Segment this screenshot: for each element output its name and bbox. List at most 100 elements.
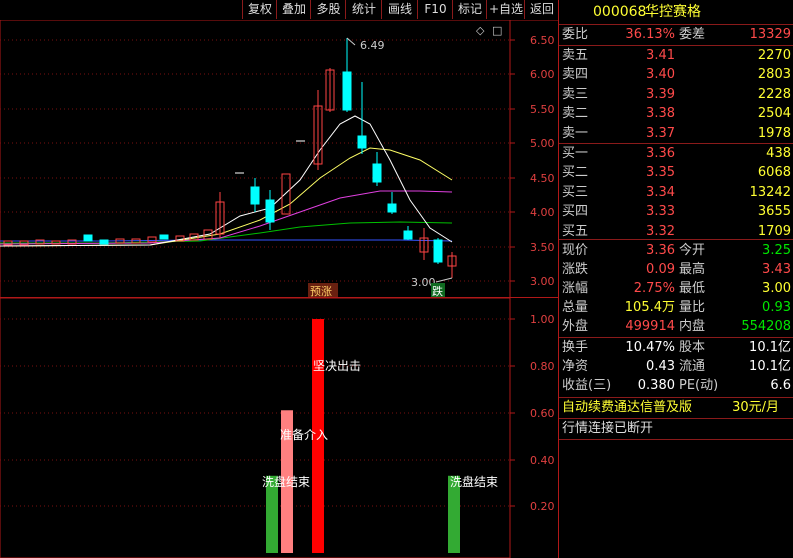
bids-volume: 438: [766, 146, 791, 161]
bid-row[interactable]: 买二 3.35 6068: [559, 163, 793, 182]
price-tick-550: 5.50: [530, 103, 555, 116]
ask-row[interactable]: 卖五 3.41 2270: [559, 46, 793, 65]
ind-tick-060: 0.60: [530, 407, 555, 420]
bids-price: 3.33: [646, 204, 675, 220]
bids-label: 买四: [562, 204, 589, 220]
volume-ratio-value: 0.93: [762, 300, 791, 315]
ma-yellow-line: [0, 147, 453, 247]
ask-row[interactable]: 卖一 3.37 1978: [559, 124, 793, 143]
change-label: 涨跌: [562, 262, 589, 277]
toolbar: 复权 叠加 多股 统计 画线 F10 标记 +自选 返回: [0, 0, 558, 20]
pe-label: PE(动): [679, 378, 719, 393]
stock-header[interactable]: 000068 华控赛格: [559, 2, 793, 22]
bids-price: 3.35: [646, 165, 675, 181]
float-label: 流通: [679, 359, 706, 374]
draw-line-button[interactable]: 画线: [381, 0, 418, 19]
price-tick-300: 3.00: [530, 275, 555, 288]
ask-row[interactable]: 卖三 3.39 2228: [559, 85, 793, 104]
ask-row[interactable]: 卖二 3.38 2504: [559, 104, 793, 123]
volume-label: 总量: [562, 300, 589, 315]
eps-label: 收益(三): [562, 378, 612, 393]
pre-rise-tag: 预涨: [310, 285, 332, 298]
subscription-ad[interactable]: 自动续费通达信普及版 30元/月: [559, 398, 793, 417]
weibi-label: 委比: [562, 27, 589, 42]
prepare-label: 准备介入: [280, 428, 328, 442]
bids-label: 买一: [562, 146, 589, 161]
asks-volume: 2270: [757, 48, 791, 63]
statistics-button[interactable]: 统计: [345, 0, 382, 19]
turnover-label: 换手: [562, 340, 589, 355]
asks-volume: 2803: [757, 67, 791, 83]
price-tick-400: 4.00: [530, 206, 555, 219]
bids-price: 3.36: [646, 146, 675, 161]
ask-row[interactable]: 卖四 3.40 2803: [559, 65, 793, 84]
bid-row[interactable]: 买五 3.32 1709: [559, 222, 793, 241]
bid-row[interactable]: 买三 3.34 13242: [559, 183, 793, 202]
add-watchlist-button[interactable]: +自选: [486, 0, 525, 19]
mark-button[interactable]: 标记: [452, 0, 487, 19]
capital-label: 股本: [679, 340, 706, 355]
price-tick-650: 6.50: [530, 34, 555, 47]
price-value: 3.36: [646, 243, 675, 258]
float-value: 10.1亿: [749, 359, 791, 374]
price-label: 现价: [562, 243, 589, 258]
price-tick-450: 4.50: [530, 172, 555, 185]
open-value: 3.25: [762, 243, 791, 258]
asks-volume: 2504: [757, 106, 791, 122]
asks-price: 3.40: [646, 67, 675, 83]
stock-code: 000068: [593, 4, 647, 20]
inner-label: 内盘: [679, 319, 706, 334]
multi-stock-button[interactable]: 多股: [310, 0, 346, 19]
ind-tick-020: 0.20: [530, 500, 555, 513]
kline-chart[interactable]: 6.50 6.00 5.50 5.00 4.50 4.00 3.50 3.00 …: [0, 20, 558, 298]
ma-magenta-line: [0, 190, 453, 245]
stock-name: 华控赛格: [645, 4, 701, 20]
open-label: 今开: [679, 243, 706, 258]
asks-price: 3.38: [646, 106, 675, 122]
bids-volume: 1709: [757, 223, 791, 239]
ad-text: 自动续费通达信普及版: [562, 400, 693, 415]
fuquan-button[interactable]: 复权: [242, 0, 277, 19]
bids-label: 买五: [562, 223, 589, 239]
asks-price: 3.41: [646, 48, 675, 63]
asks-volume: 1978: [757, 125, 791, 141]
indicator-chart[interactable]: 1.00 0.80 0.60 0.40 0.20 洗盘结束 准备介入 坚决出击 …: [0, 298, 558, 558]
bid-row[interactable]: 买一 3.36 438: [559, 144, 793, 163]
bids-label: 买三: [562, 184, 589, 200]
price-tick-600: 6.00: [530, 68, 555, 81]
eps-value: 0.380: [637, 378, 675, 393]
volume-ratio-label: 量比: [679, 300, 706, 315]
f10-button[interactable]: F10: [417, 0, 453, 19]
price-tick-350: 3.50: [530, 241, 555, 254]
asks-price: 3.39: [646, 86, 675, 102]
asks-label: 卖一: [562, 125, 589, 141]
bids-price: 3.32: [646, 223, 675, 239]
ind-tick-040: 0.40: [530, 454, 555, 467]
bids-price: 3.34: [646, 184, 675, 200]
bids-label: 买二: [562, 165, 589, 181]
high-price-label: 6.49: [360, 39, 385, 52]
bid-row[interactable]: 买四 3.33 3655: [559, 202, 793, 221]
asks-label: 卖四: [562, 67, 589, 83]
high-value: 3.43: [762, 262, 791, 277]
square-icon[interactable]: □: [492, 24, 502, 37]
connection-status: 行情连接已断开: [562, 421, 654, 436]
bids-volume: 3655: [757, 204, 791, 220]
weicha-label: 委差: [679, 27, 706, 42]
price-tick-500: 5.00: [530, 137, 555, 150]
weicha-value: 13329: [749, 27, 791, 42]
back-button[interactable]: 返回: [524, 0, 559, 19]
diamond-icon[interactable]: ◇: [476, 24, 485, 37]
pe-value: 6.6: [770, 378, 791, 393]
bids-volume: 13242: [749, 184, 791, 200]
asks-label: 卖二: [562, 106, 589, 122]
low-label: 最低: [679, 281, 706, 296]
inner-value: 554208: [741, 319, 791, 334]
fall-tag: 跌: [432, 284, 443, 298]
overlay-button[interactable]: 叠加: [276, 0, 311, 19]
volume-value: 105.4万: [624, 300, 675, 315]
asks-price: 3.37: [646, 125, 675, 141]
capital-value: 10.1亿: [749, 340, 791, 355]
ad-price: 30元/月: [732, 400, 779, 415]
high-label: 最高: [679, 262, 706, 277]
